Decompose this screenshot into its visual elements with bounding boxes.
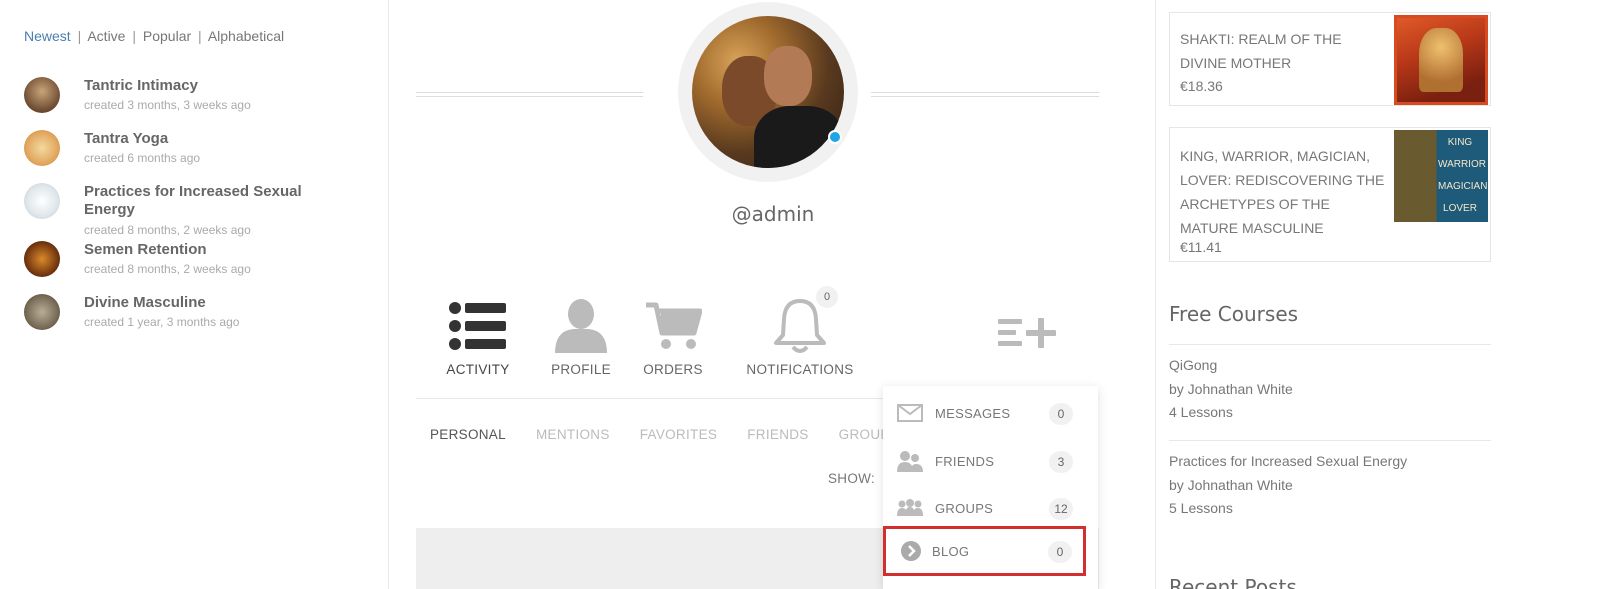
- notifications-count-badge: 0: [816, 286, 838, 308]
- group-name[interactable]: Semen Retention: [84, 241, 344, 259]
- header-divider-right: [871, 92, 1099, 97]
- filter-active[interactable]: Active: [87, 28, 125, 44]
- group-meta: created 8 months, 2 weeks ago: [84, 223, 251, 237]
- activity-list-icon: [418, 296, 538, 356]
- subnav-favorites[interactable]: FAVORITES: [640, 427, 717, 442]
- course-item[interactable]: Practices for Increased Sexual Energy by…: [1169, 450, 1407, 521]
- header-divider-left: [416, 92, 643, 97]
- course-item[interactable]: QiGong by Johnathan White 4 Lessons: [1169, 354, 1293, 425]
- course-author: by Johnathan White: [1169, 380, 1293, 397]
- filter-newest[interactable]: Newest: [24, 28, 71, 44]
- profile-avatar[interactable]: [692, 16, 844, 168]
- group-name[interactable]: Tantra Yoga: [84, 130, 344, 148]
- subnav-mentions[interactable]: MENTIONS: [536, 427, 610, 442]
- group-avatar[interactable]: [24, 294, 60, 330]
- filter-separator: |: [77, 28, 82, 44]
- free-courses-title: Free Courses: [1169, 302, 1299, 326]
- groups-icon: [897, 497, 923, 519]
- shopping-cart-icon: [613, 296, 733, 356]
- course-name[interactable]: QiGong: [1169, 354, 1293, 378]
- bell-icon: [740, 296, 860, 356]
- right-sidebar: SHAKTI: REALM OF THE DIVINE MOTHER €18.3…: [1157, 0, 1599, 589]
- friends-icon: [897, 450, 923, 472]
- filter-separator: |: [198, 28, 202, 44]
- product-title[interactable]: SHAKTI: REALM OF THE DIVINE MOTHER: [1180, 27, 1380, 75]
- group-meta: created 1 year, 3 months ago: [84, 315, 240, 329]
- dropdown-friends-label: FRIENDS: [935, 454, 995, 469]
- group-avatar[interactable]: [24, 77, 60, 113]
- show-filter-label: SHOW:: [828, 471, 876, 486]
- dropdown-groups-count: 12: [1049, 498, 1073, 520]
- more-menu-button[interactable]: [998, 316, 1058, 355]
- dropdown-item-friends[interactable]: FRIENDS 3: [883, 438, 1098, 484]
- dropdown-groups-label: GROUPS: [935, 501, 994, 516]
- profile-avatar-frame: [678, 2, 858, 182]
- cover-title: KING WARRIOR MAGICIAN LOVER: [1438, 137, 1488, 214]
- product-cover-image[interactable]: [1394, 15, 1488, 105]
- nav-notifications-label: NOTIFICATIONS: [746, 362, 854, 377]
- group-avatar[interactable]: [24, 241, 60, 277]
- arrow-circle-icon: [898, 540, 924, 562]
- group-meta: created 3 months, 3 weeks ago: [84, 98, 251, 112]
- cover-figure: [1419, 28, 1463, 92]
- product-price: €18.36: [1180, 78, 1223, 94]
- avatar-person-right: [764, 46, 812, 106]
- list-plus-icon: [998, 318, 1056, 348]
- group-meta: created 8 months, 2 weeks ago: [84, 262, 251, 276]
- filter-alphabetical[interactable]: Alphabetical: [208, 28, 284, 44]
- product-card[interactable]: KING, WARRIOR, MAGICIAN, LOVER: REDISCOV…: [1169, 127, 1491, 262]
- product-cover-image[interactable]: KING WARRIOR MAGICIAN LOVER: [1394, 130, 1488, 222]
- group-avatar[interactable]: [24, 130, 60, 166]
- dropdown-item-messages[interactable]: MESSAGES 0: [883, 390, 1098, 436]
- group-name[interactable]: Divine Masculine: [84, 294, 344, 312]
- groups-filter: Newest | Active | Popular | Alphabetical: [24, 28, 284, 44]
- group-avatar[interactable]: [24, 183, 60, 219]
- dropdown-blog-label: BLOG: [932, 544, 970, 559]
- course-name[interactable]: Practices for Increased Sexual Energy: [1169, 450, 1407, 474]
- course-lessons: 4 Lessons: [1169, 404, 1233, 420]
- filter-popular[interactable]: Popular: [143, 28, 191, 44]
- dropdown-item-blog[interactable]: BLOG 0: [883, 526, 1086, 576]
- widget-divider: [1169, 440, 1491, 441]
- nav-activity[interactable]: ACTIVITY: [418, 296, 538, 377]
- left-sidebar: Newest | Active | Popular | Alphabetical…: [0, 0, 389, 589]
- nav-notifications[interactable]: 0 NOTIFICATIONS: [740, 286, 860, 377]
- subnav-personal[interactable]: PERSONAL: [430, 427, 506, 442]
- product-price: €11.41: [1180, 239, 1222, 255]
- nav-activity-label: ACTIVITY: [446, 362, 510, 377]
- activity-subnav: PERSONAL MENTIONS FAVORITES FRIENDS GROU…: [430, 427, 925, 442]
- dropdown-messages-label: MESSAGES: [935, 406, 1011, 421]
- subnav-friends[interactable]: FRIENDS: [747, 427, 808, 442]
- group-name[interactable]: Tantric Intimacy: [84, 77, 344, 95]
- product-title[interactable]: KING, WARRIOR, MAGICIAN, LOVER: REDISCOV…: [1180, 144, 1390, 240]
- filter-separator: |: [132, 28, 136, 44]
- dropdown-item-groups[interactable]: GROUPS 12: [883, 485, 1098, 531]
- envelope-icon: [897, 402, 923, 424]
- recent-posts-title: Recent Posts: [1169, 575, 1297, 589]
- course-lessons: 5 Lessons: [1169, 500, 1233, 516]
- profile-username: @admin: [731, 202, 815, 226]
- widget-divider: [1169, 344, 1491, 345]
- dropdown-friends-count: 3: [1049, 451, 1073, 473]
- online-status-dot: [828, 130, 842, 144]
- group-name[interactable]: Practices for Increased Sexual Energy: [84, 183, 344, 219]
- nav-orders[interactable]: ORDERS: [613, 296, 733, 377]
- dropdown-blog-count: 0: [1048, 541, 1072, 563]
- more-dropdown-menu: MESSAGES 0 FRIENDS 3 GROUPS 12 BLOG 0: [883, 386, 1098, 589]
- course-author: by Johnathan White: [1169, 476, 1293, 493]
- nav-orders-label: ORDERS: [643, 362, 703, 377]
- group-meta: created 6 months ago: [84, 151, 201, 165]
- product-card[interactable]: SHAKTI: REALM OF THE DIVINE MOTHER €18.3…: [1169, 12, 1491, 106]
- dropdown-messages-count: 0: [1049, 403, 1073, 425]
